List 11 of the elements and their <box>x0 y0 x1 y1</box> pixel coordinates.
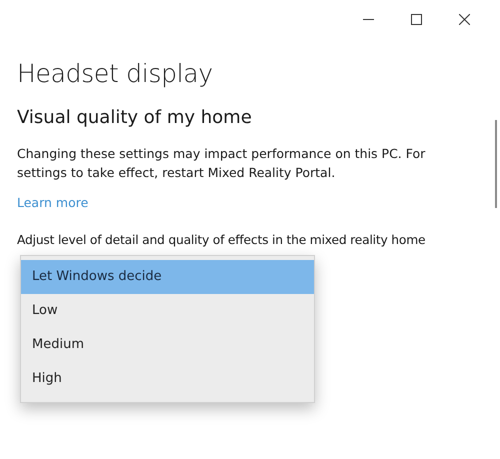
close-icon <box>458 14 470 24</box>
description-text: Changing these settings may impact performance on this PC. For settings to take effect, restart Mixed Reality Portal. <box>17 145 426 182</box>
maximize-icon <box>410 14 422 24</box>
section-heading: Visual quality of my home <box>17 106 253 130</box>
dropdown-label: Adjust level of detail and quality of effects in the mixed reality home <box>17 232 426 249</box>
scrollbar[interactable] <box>495 120 497 208</box>
dropdown-option[interactable]: High <box>21 362 314 396</box>
dropdown-option[interactable]: Low <box>21 294 314 328</box>
dropdown-option[interactable]: Let Windows decide <box>21 260 314 294</box>
page-title: Headset display <box>17 58 214 90</box>
dropdown-option[interactable]: Medium <box>21 328 314 362</box>
